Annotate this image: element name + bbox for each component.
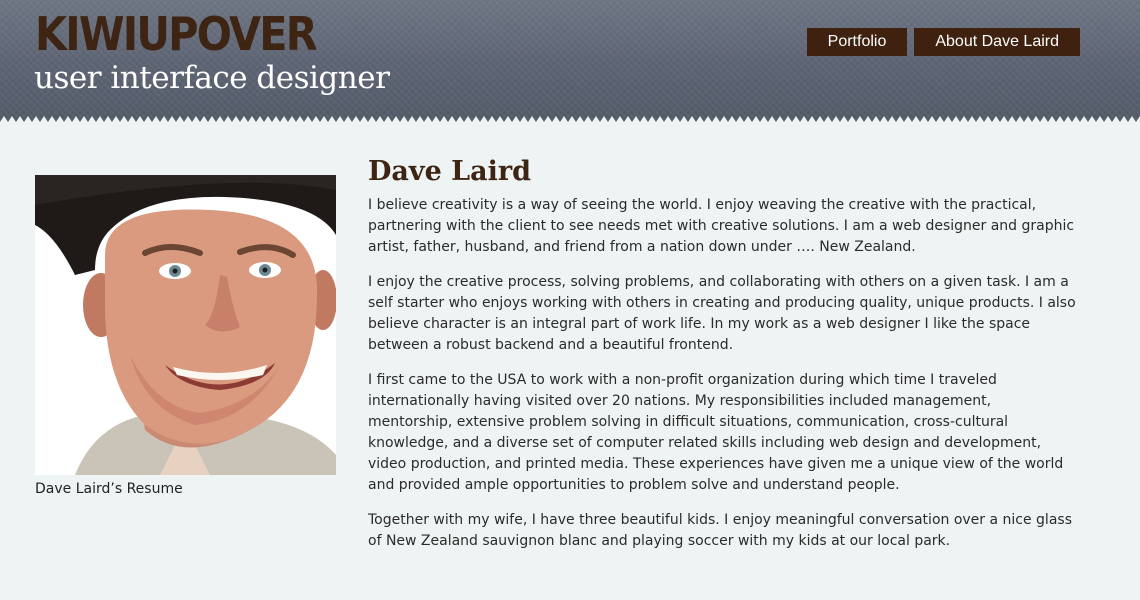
header-zigzag-edge xyxy=(0,116,1140,122)
main-content: Dave Laird I believe creativity is a way… xyxy=(368,156,1078,566)
profile-photo xyxy=(35,175,336,475)
site-header: KIWIUPOVER user interface designer Portf… xyxy=(0,0,1140,122)
site-logo[interactable]: KIWIUPOVER xyxy=(35,8,318,60)
portrait-image xyxy=(35,175,336,475)
page-title: Dave Laird xyxy=(368,156,532,187)
bio-paragraph: I enjoy the creative process, solving pr… xyxy=(368,274,1076,353)
main-nav: Portfolio About Dave Laird xyxy=(806,28,1080,56)
bio-paragraph: Together with my wife, I have three beau… xyxy=(368,512,1072,549)
resume-link[interactable]: Dave Laird’s Resume xyxy=(35,481,183,497)
nav-about-link[interactable]: About Dave Laird xyxy=(914,28,1080,56)
bio-paragraph: I first came to the USA to work with a n… xyxy=(368,372,1064,493)
nav-portfolio-link[interactable]: Portfolio xyxy=(806,28,908,56)
bio-paragraph: I believe creativity is a way of seeing … xyxy=(368,197,1075,255)
site-tagline: user interface designer xyxy=(34,60,390,96)
